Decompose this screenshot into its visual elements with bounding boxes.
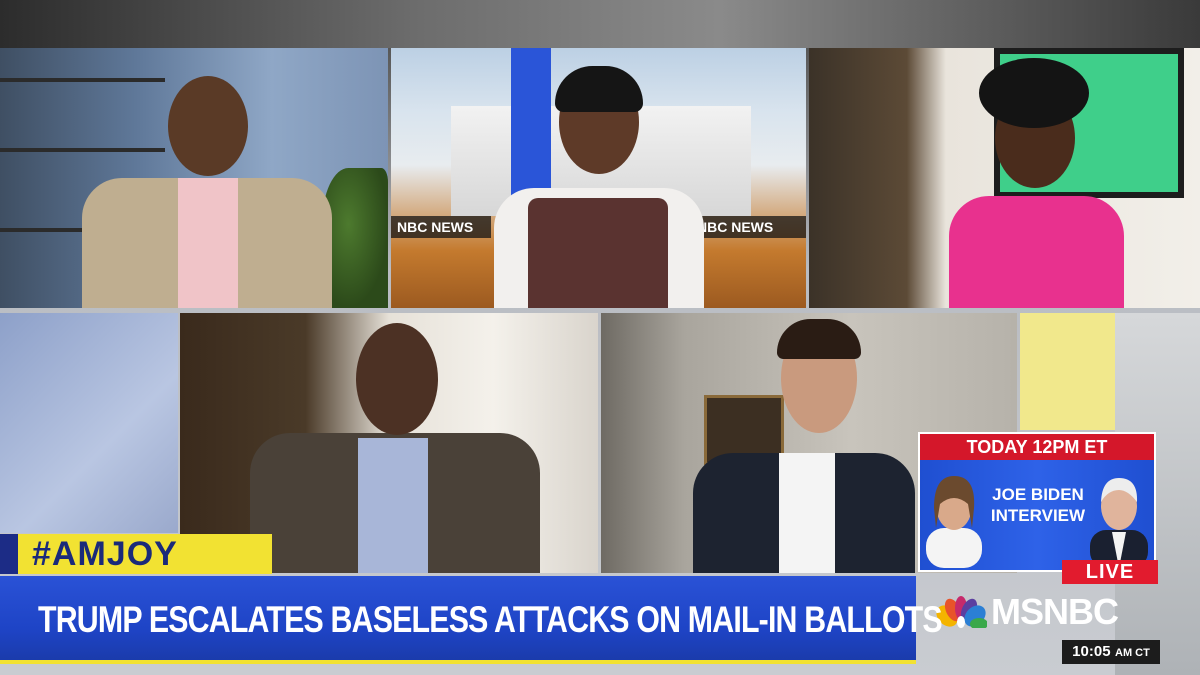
- clock-time: 10:05: [1072, 643, 1111, 660]
- person-hair: [777, 319, 861, 359]
- network-name: MSNBC: [991, 591, 1119, 632]
- person-shirt: [779, 453, 835, 573]
- anchor-portrait: [926, 476, 982, 568]
- backdrop-blue-accent: [511, 48, 551, 208]
- person-head: [168, 76, 248, 176]
- show-hashtag-banner: #AMJOY: [0, 534, 272, 574]
- upcoming-interview-promo: TODAY 12PM ET JOE BIDEN INTERVIEW: [918, 432, 1156, 572]
- person-shirt: [358, 438, 428, 573]
- bookshelf-shelf: [0, 148, 165, 152]
- peacock-logo-icon: [936, 596, 987, 628]
- video-tile-host: NBC NEWS NBC NEWS: [391, 48, 806, 308]
- person-head: [356, 323, 438, 435]
- nbc-news-bug-label: NBC NEWS: [397, 219, 474, 235]
- headline-underline: [0, 660, 916, 664]
- person-dress: [528, 198, 668, 308]
- broadcast-clock: 10:05 AM CT: [1062, 640, 1160, 664]
- person-hair: [979, 58, 1089, 128]
- video-tile-panelist-2: [809, 48, 1200, 308]
- hashtag-accent: [0, 534, 18, 574]
- bookshelf-shelf: [0, 78, 165, 82]
- nbc-news-bug-left: NBC NEWS: [391, 216, 491, 238]
- background-blue-panel: [0, 313, 178, 533]
- nbc-news-bug-right: NBC NEWS: [691, 216, 806, 238]
- live-badge: LIVE: [1062, 560, 1158, 584]
- person-hair: [555, 66, 643, 112]
- person-torso: [949, 196, 1124, 308]
- clock-zone: AM CT: [1115, 647, 1150, 659]
- promo-time: TODAY 12PM ET: [920, 434, 1154, 460]
- show-hashtag: #AMJOY: [32, 535, 178, 573]
- promo-title: JOE BIDEN INTERVIEW: [990, 485, 1086, 525]
- network-logo: MSNBC: [935, 590, 1165, 634]
- top-backdrop: [0, 0, 1200, 48]
- headline-text: TRUMP ESCALATES BASELESS ATTACKS ON MAIL…: [38, 599, 943, 640]
- guest-portrait: [1090, 478, 1148, 568]
- background-yellow-panel: [1020, 313, 1115, 430]
- promo-body: JOE BIDEN INTERVIEW: [920, 460, 1154, 570]
- headline-lower-third: TRUMP ESCALATES BASELESS ATTACKS ON MAIL…: [0, 576, 943, 664]
- nbc-news-bug-label: NBC NEWS: [697, 219, 774, 235]
- video-tile-panelist-1: [0, 48, 388, 308]
- person-shirt: [178, 178, 238, 308]
